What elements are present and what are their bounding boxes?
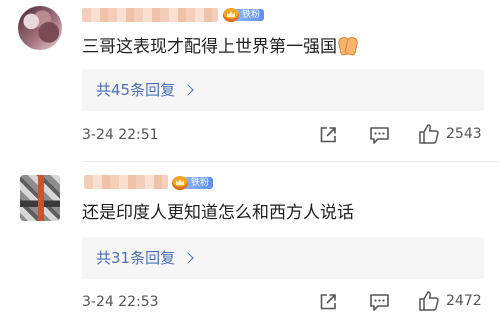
- like-count: 2472: [446, 293, 482, 309]
- username-blurred[interactable]: [82, 8, 218, 22]
- comment-time: 3-24 22:53: [82, 294, 159, 310]
- avatar[interactable]: [20, 175, 60, 221]
- share-icon: [320, 127, 336, 143]
- chevron-right-icon: [182, 84, 194, 96]
- fan-badge-label: 铁粉: [235, 9, 265, 21]
- like-button[interactable]: 2543: [418, 123, 482, 145]
- comment-time: 3-24 22:51: [82, 127, 159, 143]
- avatar[interactable]: [18, 6, 62, 50]
- like-count: 2543: [446, 126, 482, 142]
- comment-text: 还是印度人更知道怎么和西方人说话: [82, 203, 354, 223]
- crown-icon: [172, 176, 188, 190]
- comment-icon: [370, 127, 389, 144]
- reply-box[interactable]: 共45条回复: [82, 69, 484, 111]
- praying-hands-icon: [338, 37, 358, 55]
- divider: [82, 161, 500, 162]
- reply-box[interactable]: 共31条回复: [82, 237, 484, 279]
- comment-item: 铁粉 三哥这表现才配得上世界第一强国 共45条回复 3-24 22:51 254…: [0, 0, 500, 163]
- username-blurred[interactable]: [84, 175, 168, 189]
- crown-icon: [223, 8, 239, 22]
- comment-button[interactable]: [369, 126, 390, 145]
- chevron-right-icon: [182, 252, 194, 264]
- view-replies-link[interactable]: 共45条回复: [96, 69, 194, 111]
- comment-icon: [370, 294, 389, 311]
- view-replies-link[interactable]: 共31条回复: [96, 237, 194, 279]
- share-button[interactable]: [318, 292, 338, 312]
- thumbs-up-icon: [419, 124, 439, 144]
- comment-button[interactable]: [369, 293, 390, 312]
- share-icon: [320, 294, 336, 310]
- fan-badge-label: 铁粉: [184, 177, 214, 189]
- comment-text: 三哥这表现才配得上世界第一强国: [82, 35, 358, 59]
- fan-badge: 铁粉: [223, 8, 265, 22]
- fan-badge: 铁粉: [172, 176, 214, 190]
- like-button[interactable]: 2472: [418, 290, 482, 312]
- share-button[interactable]: [318, 125, 338, 145]
- comment-item: 铁粉 还是印度人更知道怎么和西方人说话 共31条回复 3-24 22:53 24…: [0, 163, 500, 327]
- thumbs-up-icon: [419, 291, 439, 311]
